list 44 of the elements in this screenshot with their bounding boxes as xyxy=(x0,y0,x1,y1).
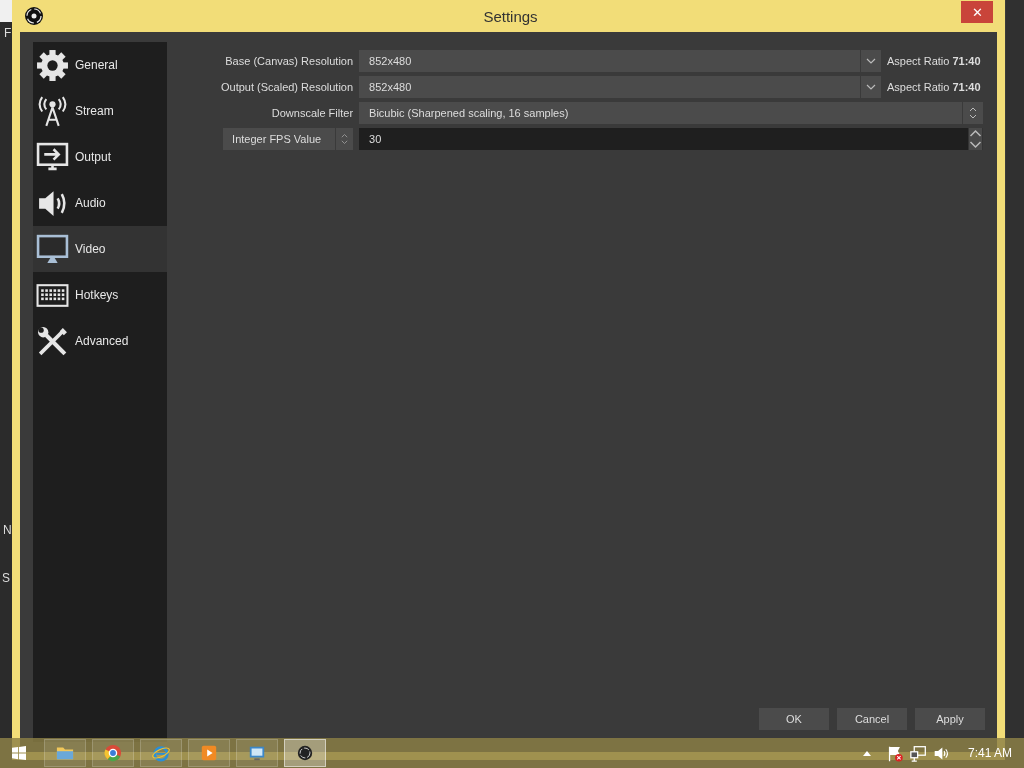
windows-start-icon[interactable] xyxy=(12,746,26,760)
sidebar-item[interactable]: Stream xyxy=(33,88,167,134)
resolution-combo-box[interactable]: 852x480 xyxy=(359,76,881,98)
resolution-combo-box[interactable]: 852x480 xyxy=(359,50,881,72)
field-label: Downscale Filter xyxy=(270,107,354,119)
fps-input[interactable]: 30 xyxy=(359,128,983,150)
spinner-arrows-icon xyxy=(968,105,978,121)
background-text: F xyxy=(4,26,12,40)
dialog-button[interactable]: Apply xyxy=(915,708,985,730)
chevron-down-icon xyxy=(866,58,876,64)
flag-error-icon[interactable] xyxy=(886,744,904,762)
media-player-icon xyxy=(200,744,218,762)
sidebar-item[interactable]: Audio xyxy=(33,180,167,226)
sidebar-item[interactable]: Advanced xyxy=(33,318,167,364)
field-label: Base (Canvas) Resolution xyxy=(224,55,354,67)
window-title: Settings xyxy=(482,7,539,25)
monitor-icon xyxy=(36,232,69,266)
caret-up-icon[interactable] xyxy=(862,750,871,756)
filter-dropdown[interactable]: Bicubic (Sharpened scaling, 16 samples) xyxy=(359,102,983,124)
gear-icon xyxy=(36,48,69,82)
mode-dropdown[interactable]: Integer FPS Value xyxy=(223,128,354,150)
background-text: S xyxy=(2,571,10,585)
network-icon[interactable] xyxy=(909,744,927,762)
background-text: N xyxy=(3,523,12,537)
remote-desktop-icon xyxy=(248,744,266,762)
app-logo-icon xyxy=(24,6,44,26)
antenna-icon xyxy=(36,94,69,128)
browser-icon xyxy=(104,744,122,762)
aspect-ratio-text: Aspect Ratio 71:40 xyxy=(887,53,982,69)
dialog-button[interactable]: OK xyxy=(759,708,829,730)
dialog-button[interactable]: Cancel xyxy=(837,708,907,730)
sidebar-item[interactable]: General xyxy=(33,42,167,88)
app-logo-icon xyxy=(296,744,314,762)
spinner-arrows-icon xyxy=(968,128,983,150)
sidebar-item[interactable]: Output xyxy=(33,134,167,180)
close-button[interactable]: ✕ xyxy=(961,1,993,23)
taskbar-button[interactable] xyxy=(284,739,326,767)
sidebar-item[interactable]: Video xyxy=(33,226,167,272)
sidebar-item[interactable]: Hotkeys xyxy=(33,272,167,318)
aspect-ratio-text: Aspect Ratio 71:40 xyxy=(887,79,982,95)
field-label: Output (Scaled) Resolution xyxy=(221,81,354,93)
chevron-down-icon xyxy=(866,84,876,90)
globe-browser-icon xyxy=(152,744,170,762)
tools-icon xyxy=(36,324,69,358)
